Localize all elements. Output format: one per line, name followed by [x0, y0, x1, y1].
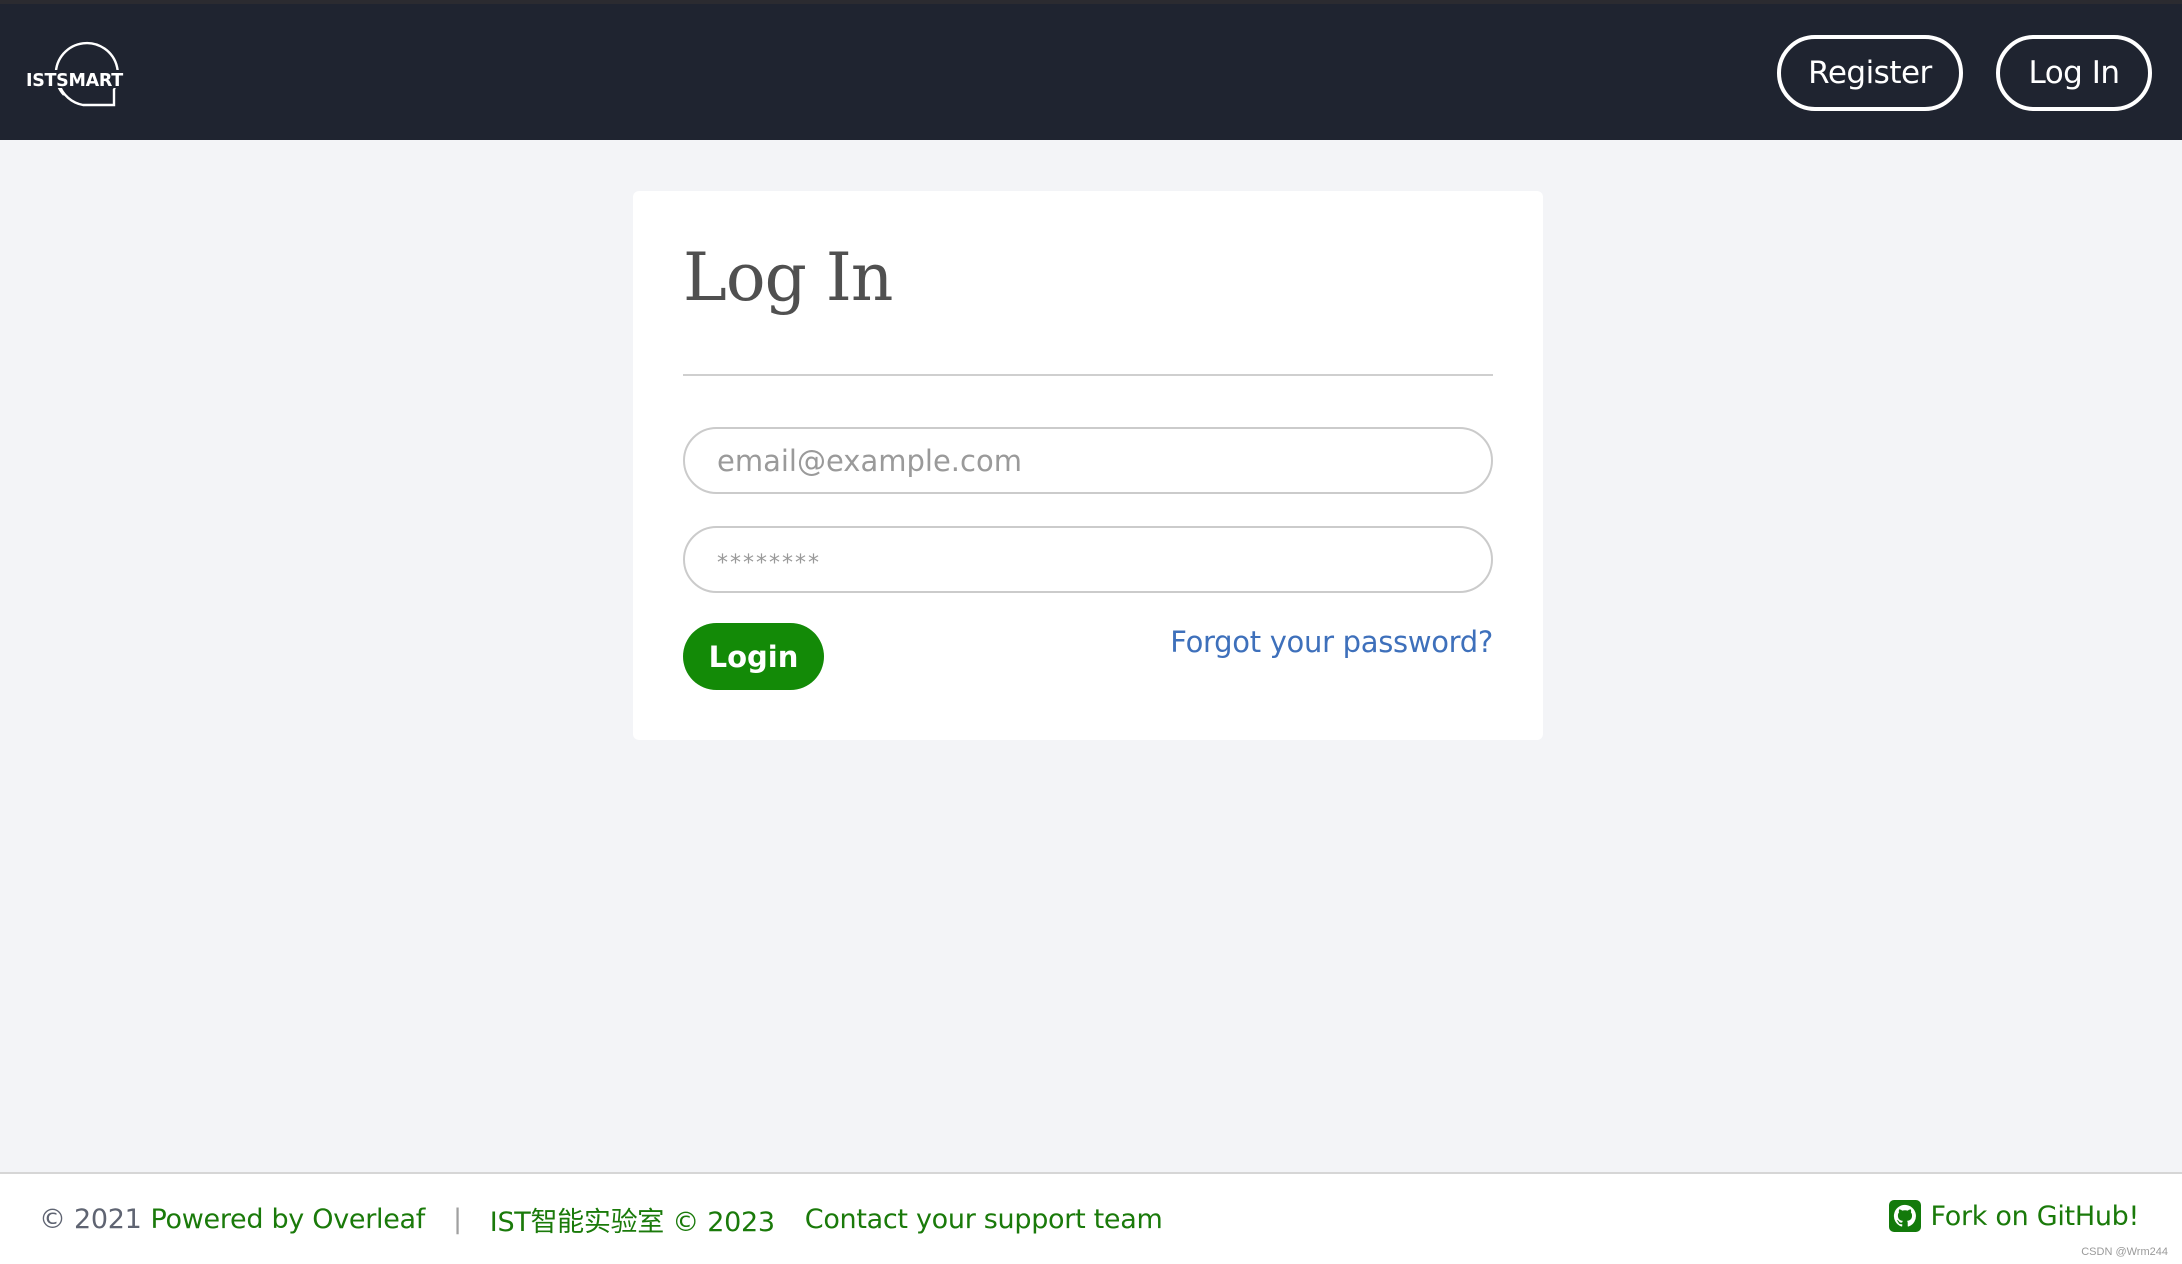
contact-support-link[interactable]: Contact your support team: [805, 1204, 1163, 1235]
lab-link[interactable]: IST智能实验室 © 2023: [490, 1200, 775, 1239]
site-header: ISTSMART Register Log In: [0, 4, 2182, 140]
copyright-text: © 2021: [39, 1204, 142, 1235]
footer-left: © 2021 Powered by Overleaf | IST智能实验室 © …: [39, 1200, 1163, 1239]
fork-on-github-link[interactable]: Fork on GitHub!: [1889, 1200, 2139, 1232]
register-button[interactable]: Register: [1777, 35, 1963, 111]
site-footer: © 2021 Powered by Overleaf | IST智能实验室 © …: [0, 1172, 2182, 1264]
logo-text: ISTSMART: [26, 71, 123, 91]
istsmart-logo[interactable]: ISTSMART: [24, 38, 144, 110]
title-divider: [683, 374, 1493, 376]
github-link-label: Fork on GitHub!: [1930, 1200, 2139, 1232]
password-input[interactable]: [683, 526, 1493, 593]
login-submit-button[interactable]: Login: [683, 623, 824, 690]
email-input[interactable]: [683, 427, 1493, 494]
powered-by-overleaf-link[interactable]: Powered by Overleaf: [151, 1204, 426, 1235]
footer-separator: |: [452, 1204, 462, 1235]
github-icon: [1889, 1200, 1922, 1232]
login-card: Log In Login Forgot your password?: [633, 191, 1543, 740]
watermark: CSDN @Wrm244: [2081, 1246, 2168, 1258]
github-glyph: [1894, 1204, 1917, 1227]
nav-login-button[interactable]: Log In: [1996, 35, 2152, 111]
forgot-password-link[interactable]: Forgot your password?: [1170, 625, 1493, 659]
page-title: Log In: [683, 239, 893, 316]
